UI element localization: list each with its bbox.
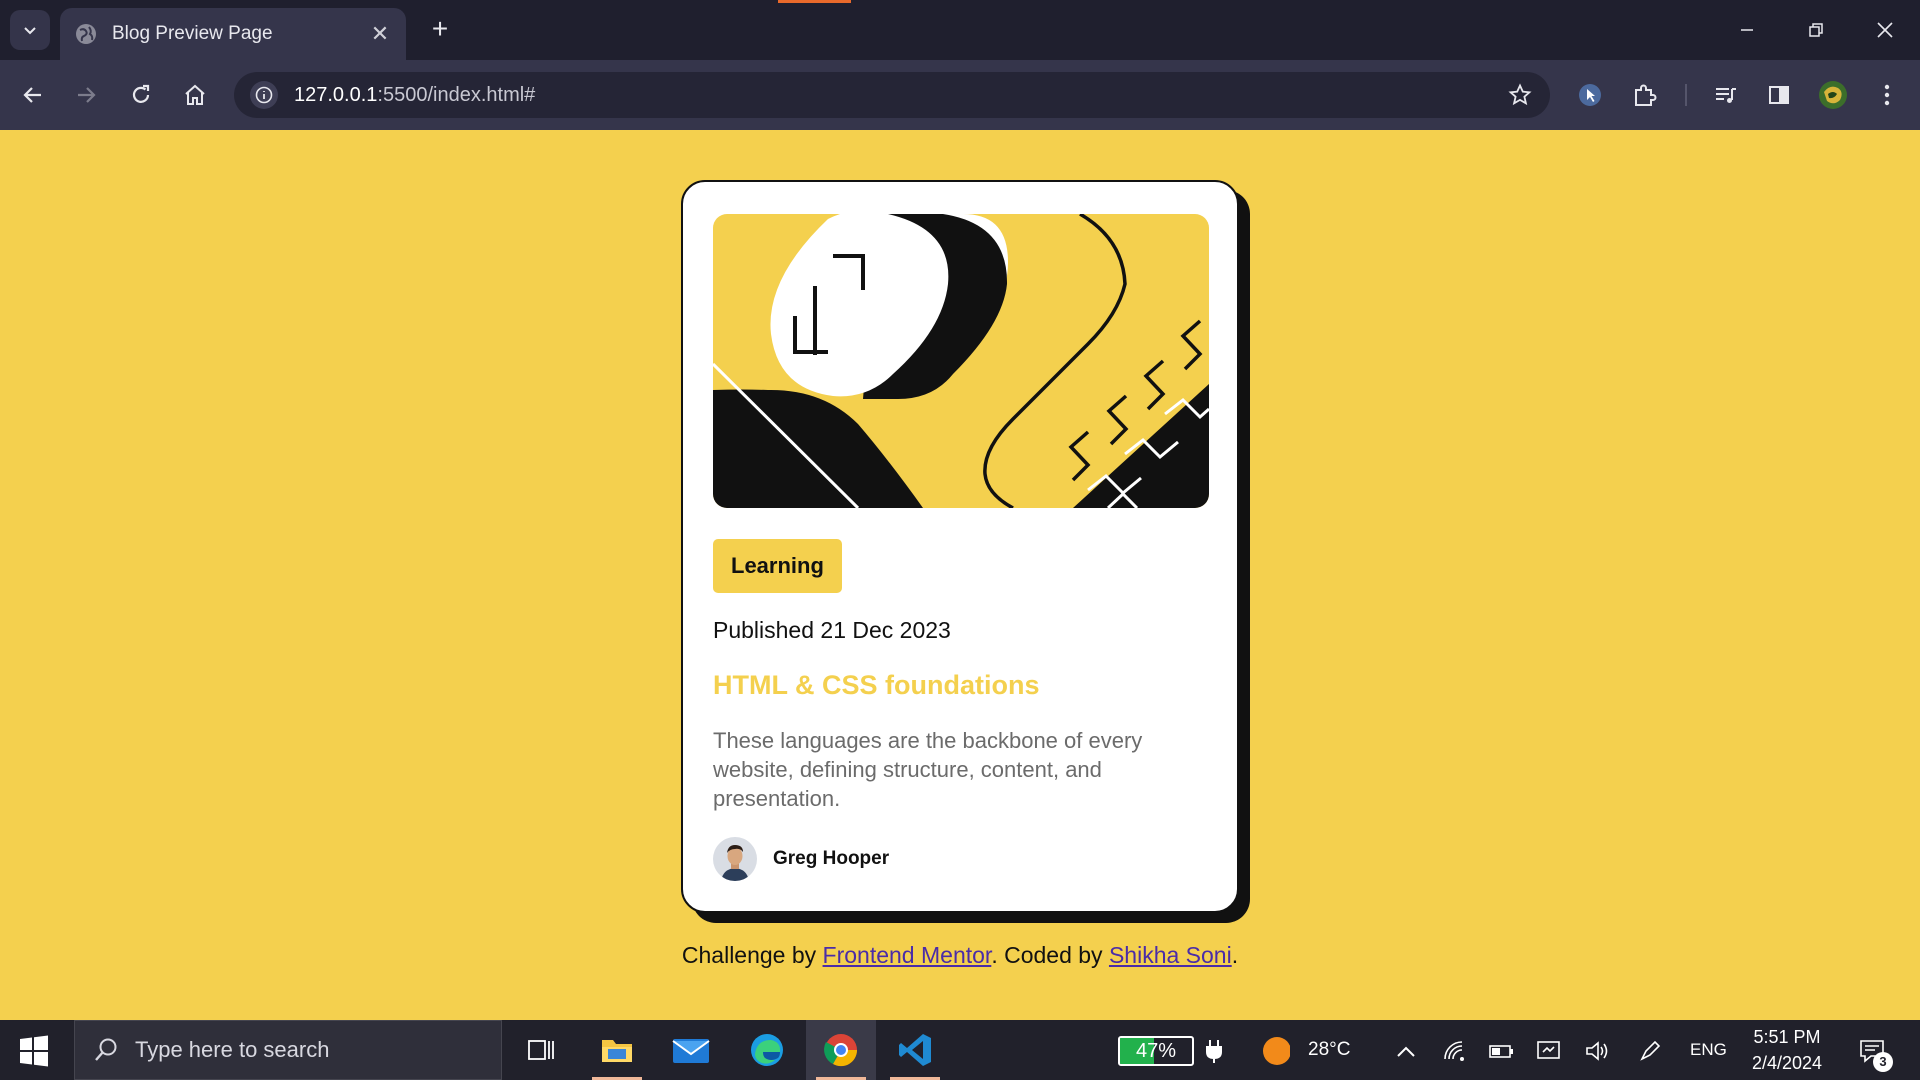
screen-capture-icon[interactable]: [1535, 1038, 1563, 1064]
file-explorer-button[interactable]: [582, 1020, 652, 1080]
mail-button[interactable]: [656, 1020, 726, 1080]
minimize-button[interactable]: [1729, 14, 1765, 46]
clock-date: 2/4/2024: [1751, 1053, 1823, 1073]
browser-menu-button[interactable]: [1867, 75, 1907, 115]
chevron-down-icon: [24, 27, 36, 35]
arrow-left-icon: [23, 87, 41, 103]
taskbar-search-placeholder: Type here to search: [135, 1037, 330, 1062]
pen-icon[interactable]: [1636, 1038, 1664, 1064]
reload-button[interactable]: [121, 75, 161, 115]
taskbar: Type here to search 47% 28°C ENG 5:51 PM…: [0, 1020, 1920, 1080]
weather-sun-icon[interactable]: [1262, 1037, 1290, 1065]
tab-title: Blog Preview Page: [112, 23, 273, 44]
windows-logo-icon: [20, 1035, 48, 1067]
url-text: 127.0.0.1:5500/index.html#: [294, 84, 1500, 107]
task-view-button[interactable]: [506, 1020, 576, 1080]
extension-cursor-button[interactable]: [1570, 75, 1610, 115]
new-tab-button[interactable]: +: [424, 14, 456, 46]
cursor-extension-icon: [1579, 84, 1601, 106]
browser-tab-bar: Blog Preview Page ✕ +: [0, 0, 1920, 60]
chrome-icon: [824, 1034, 858, 1067]
tab-search-button[interactable]: [10, 10, 50, 50]
attribution-suffix: .: [1231, 942, 1239, 968]
arrow-right-icon: [78, 87, 96, 103]
toolbar-separator: [1685, 84, 1687, 106]
charging-icon: [1200, 1038, 1228, 1064]
blog-title-link[interactable]: HTML & CSS foundations: [713, 670, 1039, 701]
vscode-icon: [899, 1034, 931, 1066]
battery-label: 47%: [1135, 1040, 1177, 1062]
minimize-icon: [1741, 29, 1753, 31]
category-tag: Learning: [713, 539, 842, 593]
search-icon: [95, 1038, 117, 1061]
notification-center-button[interactable]: 3: [1855, 1038, 1893, 1072]
media-controls-button[interactable]: [1705, 75, 1745, 115]
bookmark-button[interactable]: [1500, 75, 1540, 115]
folder-icon: [602, 1040, 632, 1062]
close-icon: [1877, 22, 1893, 38]
puzzle-icon: [1635, 84, 1657, 106]
star-icon: [1508, 83, 1532, 106]
browser-toolbar: 127.0.0.1:5500/index.html#: [0, 60, 1920, 130]
author-info: Greg Hooper: [713, 837, 889, 881]
attribution: Challenge by Frontend Mentor. Coded by S…: [0, 942, 1920, 969]
chrome-browser-button[interactable]: [806, 1020, 876, 1080]
more-vertical-icon: [1884, 84, 1890, 106]
system-clock[interactable]: 5:51 PM 2/4/2024: [1740, 1024, 1834, 1076]
extensions-button[interactable]: [1625, 75, 1665, 115]
queue-music-icon: [1716, 88, 1736, 103]
profile-avatar-icon: [1819, 81, 1847, 109]
close-window-button[interactable]: [1867, 14, 1903, 46]
edge-icon: [751, 1034, 783, 1066]
start-button[interactable]: [16, 1034, 52, 1068]
side-panel-button[interactable]: [1759, 75, 1799, 115]
author-name: Greg Hooper: [773, 848, 890, 869]
side-panel-icon: [1769, 86, 1789, 104]
publish-date: Published 21 Dec 2023: [713, 617, 951, 643]
mail-icon: [672, 1039, 710, 1063]
tab-loading-accent: [778, 0, 851, 3]
home-icon: [185, 84, 205, 105]
site-info-button[interactable]: [250, 81, 278, 109]
battery-status-icon[interactable]: [1487, 1038, 1515, 1064]
weather-temperature[interactable]: 28°C: [1308, 1039, 1350, 1061]
info-icon: [255, 86, 273, 104]
profile-button[interactable]: [1813, 75, 1853, 115]
forward-button[interactable]: [66, 75, 106, 115]
attribution-middle: . Coded by: [991, 942, 1109, 968]
tab-blog-preview[interactable]: Blog Preview Page ✕: [60, 8, 406, 60]
address-bar[interactable]: 127.0.0.1:5500/index.html#: [234, 72, 1550, 118]
volume-icon[interactable]: [1583, 1038, 1611, 1064]
notification-count: 3: [1873, 1052, 1893, 1072]
restore-button[interactable]: [1798, 14, 1834, 46]
home-button[interactable]: [175, 75, 215, 115]
attribution-prefix: Challenge by: [681, 942, 823, 968]
chevron-up-icon: [1397, 1046, 1415, 1057]
task-view-icon: [528, 1040, 554, 1060]
show-hidden-icons-button[interactable]: [1392, 1038, 1420, 1064]
wifi-icon[interactable]: [1440, 1038, 1468, 1064]
blog-card: Learning Published 21 Dec 2023 HTML & CS…: [681, 180, 1239, 913]
url-path: :5500/index.html#: [377, 83, 536, 106]
globe-icon: [76, 24, 96, 44]
frontend-mentor-link[interactable]: Frontend Mentor: [823, 942, 992, 968]
back-button[interactable]: [13, 75, 53, 115]
reload-icon: [132, 84, 150, 103]
clock-time: 5:51 PM: [1753, 1027, 1821, 1047]
blog-illustration: [713, 214, 1209, 508]
battery-indicator[interactable]: 47%: [1118, 1036, 1194, 1066]
restore-icon: [1809, 23, 1823, 37]
author-profile-link[interactable]: Shikha Soni: [1109, 942, 1232, 968]
edge-browser-button[interactable]: [732, 1020, 802, 1080]
url-host: 127.0.0.1: [294, 83, 378, 106]
vscode-button[interactable]: [880, 1020, 950, 1080]
taskbar-search-box[interactable]: Type here to search: [74, 1020, 502, 1080]
language-indicator[interactable]: ENG: [1690, 1040, 1727, 1060]
author-avatar: [713, 837, 757, 881]
blog-description: These languages are the backbone of ever…: [713, 728, 1143, 811]
close-tab-icon[interactable]: ✕: [368, 21, 392, 47]
